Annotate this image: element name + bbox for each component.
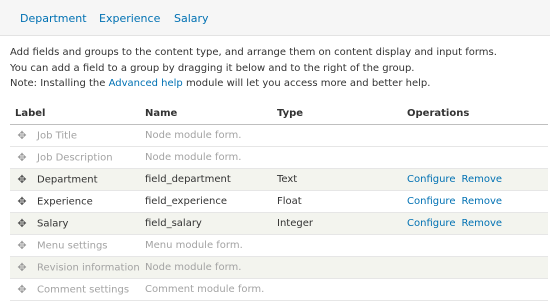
field-name: Node module form.: [140, 124, 272, 147]
header-name: Name: [140, 102, 272, 125]
drag-handle-icon[interactable]: ✥: [15, 129, 29, 142]
header-operations: Operations: [402, 102, 548, 125]
field-label: Department: [37, 174, 98, 186]
drag-handle-icon[interactable]: ✥: [15, 261, 29, 274]
configure-link[interactable]: Configure: [407, 218, 455, 229]
field-label: Revision information: [37, 262, 140, 274]
table-row: ✥ Comment settings Comment module form.: [10, 278, 548, 301]
help-note-prefix: Note: Installing the: [10, 78, 109, 89]
field-label: Job Description: [37, 152, 113, 164]
field-type: [272, 234, 402, 257]
field-type: Float: [272, 190, 402, 213]
table-row: ✥ Experience field_experience Float Confi…: [10, 190, 548, 213]
help-note-suffix: module will let you access more and bett…: [182, 78, 431, 89]
drag-handle-icon[interactable]: ✥: [15, 217, 29, 230]
field-type: [272, 146, 402, 169]
drag-handle-icon[interactable]: ✥: [15, 283, 29, 296]
field-label: Menu settings: [37, 240, 108, 252]
field-name: field_salary: [140, 212, 272, 235]
field-name: Menu module form.: [140, 234, 272, 257]
remove-link[interactable]: Remove: [461, 196, 502, 207]
drag-handle-icon[interactable]: ✥: [15, 173, 29, 186]
manage-fields-table: Label Name Type Operations ✥ Job Title No…: [10, 102, 548, 301]
field-label: Salary: [37, 218, 69, 230]
configure-link[interactable]: Configure: [407, 196, 455, 207]
field-operations: [402, 124, 548, 147]
header-label: Label: [10, 102, 140, 125]
help-line-2: You can add a field to a group by draggi…: [10, 62, 415, 74]
field-type: [272, 124, 402, 147]
drag-handle-icon[interactable]: ✥: [15, 151, 29, 164]
field-name: Node module form.: [140, 256, 272, 279]
advanced-help-link[interactable]: Advanced help: [109, 78, 183, 89]
table-row: ✥ Department field_department Text Config…: [10, 168, 548, 191]
table-row: ✥ Job Description Node module form.: [10, 146, 548, 169]
table-row: ✥ Menu settings Menu module form.: [10, 234, 548, 257]
field-operations: Configure Remove: [402, 168, 548, 191]
field-type: Integer: [272, 212, 402, 235]
field-operations: Configure Remove: [402, 212, 548, 235]
remove-link[interactable]: Remove: [461, 218, 502, 229]
field-type: Text: [272, 168, 402, 191]
table-row: ✥ Job Title Node module form.: [10, 124, 548, 147]
remove-link[interactable]: Remove: [461, 174, 502, 185]
field-label: Experience: [37, 196, 93, 208]
table-header-row: Label Name Type Operations: [10, 102, 548, 125]
table-row: ✥ Salary field_salary Integer Configure Re…: [10, 212, 548, 235]
field-name: Node module form.: [140, 146, 272, 169]
field-type: [272, 256, 402, 279]
field-operations: [402, 146, 548, 169]
drag-handle-icon[interactable]: ✥: [15, 195, 29, 208]
field-name: Comment module form.: [140, 278, 272, 301]
field-label: Comment settings: [37, 284, 130, 296]
help-text: Add fields and groups to the content typ…: [10, 45, 540, 92]
field-operations: [402, 234, 548, 257]
table-row: ✥ Revision information Node module form.: [10, 256, 548, 279]
configure-link[interactable]: Configure: [407, 174, 455, 185]
drag-handle-icon[interactable]: ✥: [15, 239, 29, 252]
help-line-3: Note: Installing the Advanced help modul…: [10, 76, 540, 92]
field-operations: [402, 256, 548, 279]
help-line-1: Add fields and groups to the content typ…: [10, 47, 497, 58]
tab-salary[interactable]: Salary: [174, 12, 209, 25]
field-name: field_experience: [140, 190, 272, 213]
tab-experience[interactable]: Experience: [99, 12, 160, 25]
tab-department[interactable]: Department: [20, 12, 87, 25]
header-type: Type: [272, 102, 402, 125]
field-tabs: Department Experience Salary: [0, 0, 550, 36]
field-label: Job Title: [37, 130, 78, 142]
field-operations: [402, 278, 548, 301]
field-name: field_department: [140, 168, 272, 191]
field-type: [272, 278, 402, 301]
field-operations: Configure Remove: [402, 190, 548, 213]
